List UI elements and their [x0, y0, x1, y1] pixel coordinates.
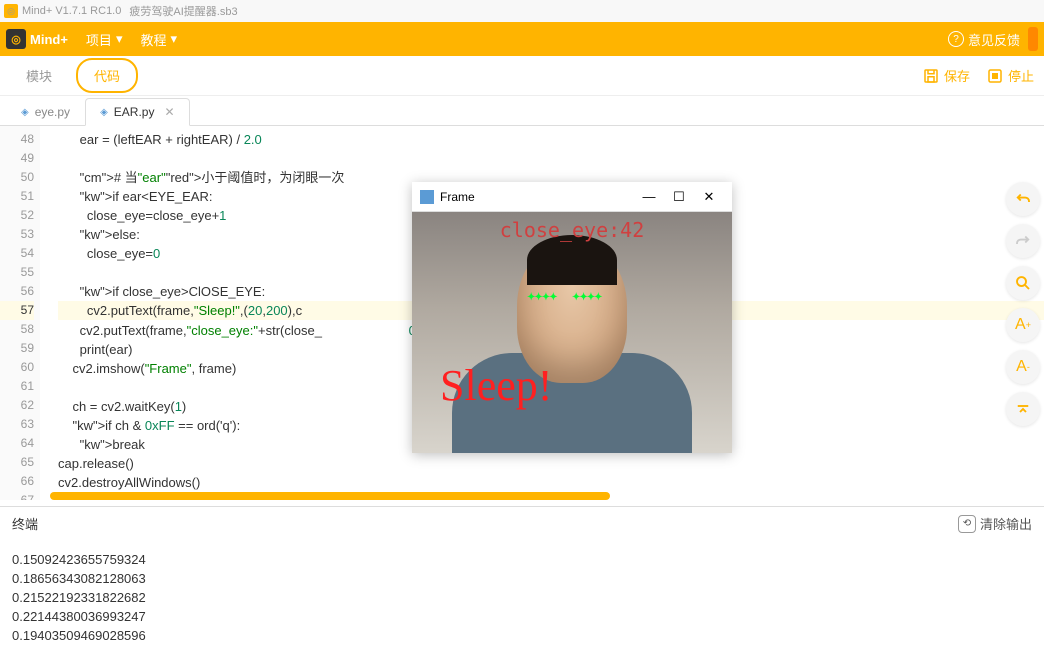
frame-titlebar[interactable]: Frame — ☐ ✕ [412, 182, 732, 212]
python-icon: ◈ [21, 107, 29, 118]
tab-eye-py[interactable]: ◈ eye.py [6, 98, 85, 125]
file-name: 疲劳驾驶AI提醒器.sb3 [129, 3, 237, 19]
save-icon [922, 67, 940, 85]
brand-logo-icon: ◎ [6, 29, 26, 49]
code-button[interactable]: 代码 [76, 58, 138, 93]
line-gutter: 4849505152535455565758596061626364656667 [0, 126, 40, 500]
eye-landmarks-right: ✦✦✦✦ [572, 292, 602, 303]
brand: ◎ Mind+ [6, 29, 68, 49]
module-button[interactable]: 模块 [10, 60, 68, 91]
terminal-header: 终端 ⟲ 清除输出 [0, 506, 1044, 540]
menubar: ◎ Mind+ 项目▾ 教程▾ ? 意见反馈 [0, 22, 1044, 56]
search-button[interactable] [1006, 266, 1040, 300]
frame-title-text: Frame [440, 190, 475, 204]
redo-button[interactable] [1006, 224, 1040, 258]
app-icon: ◎ [4, 4, 18, 18]
app-version: Mind+ V1.7.1 RC1.0 [22, 5, 121, 17]
close-icon[interactable]: ✕ [164, 105, 174, 119]
clear-icon: ⟲ [958, 515, 976, 533]
sleep-alert-text: Sleep! [440, 360, 552, 411]
editor-side-buttons: A+ A- [1006, 182, 1040, 426]
right-accent [1028, 27, 1038, 51]
terminal-label: 终端 [12, 514, 38, 533]
frame-window[interactable]: Frame — ☐ ✕ ✦✦✦✦ ✦✦✦✦ close_eye:42 Sleep… [412, 182, 732, 453]
font-increase-button[interactable]: A+ [1006, 308, 1040, 342]
toolbar: 模块 代码 保存 停止 [0, 56, 1044, 96]
file-tabs: ◈ eye.py ◈ EAR.py ✕ [0, 96, 1044, 126]
close-eye-counter: close_eye:42 [500, 218, 645, 242]
minimize-button[interactable]: — [634, 189, 664, 204]
feedback-link[interactable]: ? 意见反馈 [948, 30, 1020, 49]
save-button[interactable]: 保存 [922, 66, 970, 85]
close-button[interactable]: ✕ [694, 189, 724, 205]
eye-landmarks-left: ✦✦✦✦ [527, 292, 557, 303]
tab-ear-py[interactable]: ◈ EAR.py ✕ [85, 98, 189, 126]
help-icon: ? [948, 31, 964, 47]
frame-video: ✦✦✦✦ ✦✦✦✦ close_eye:42 Sleep! [412, 212, 732, 453]
terminal-output[interactable]: 0.150924236557593240.186563430821280630.… [0, 540, 1044, 655]
stop-button[interactable]: 停止 [986, 66, 1034, 85]
menu-project[interactable]: 项目▾ [86, 30, 123, 49]
window-icon [420, 190, 434, 204]
menu-tutorial[interactable]: 教程▾ [140, 30, 177, 49]
python-icon: ◈ [100, 107, 108, 118]
horizontal-scrollbar[interactable] [50, 492, 610, 500]
font-decrease-button[interactable]: A- [1006, 350, 1040, 384]
os-titlebar: ◎ Mind+ V1.7.1 RC1.0 疲劳驾驶AI提醒器.sb3 [0, 0, 1044, 22]
maximize-button[interactable]: ☐ [664, 189, 694, 205]
collapse-button[interactable] [1006, 392, 1040, 426]
undo-button[interactable] [1006, 182, 1040, 216]
clear-output-button[interactable]: ⟲ 清除输出 [958, 514, 1032, 533]
stop-icon [986, 67, 1004, 85]
